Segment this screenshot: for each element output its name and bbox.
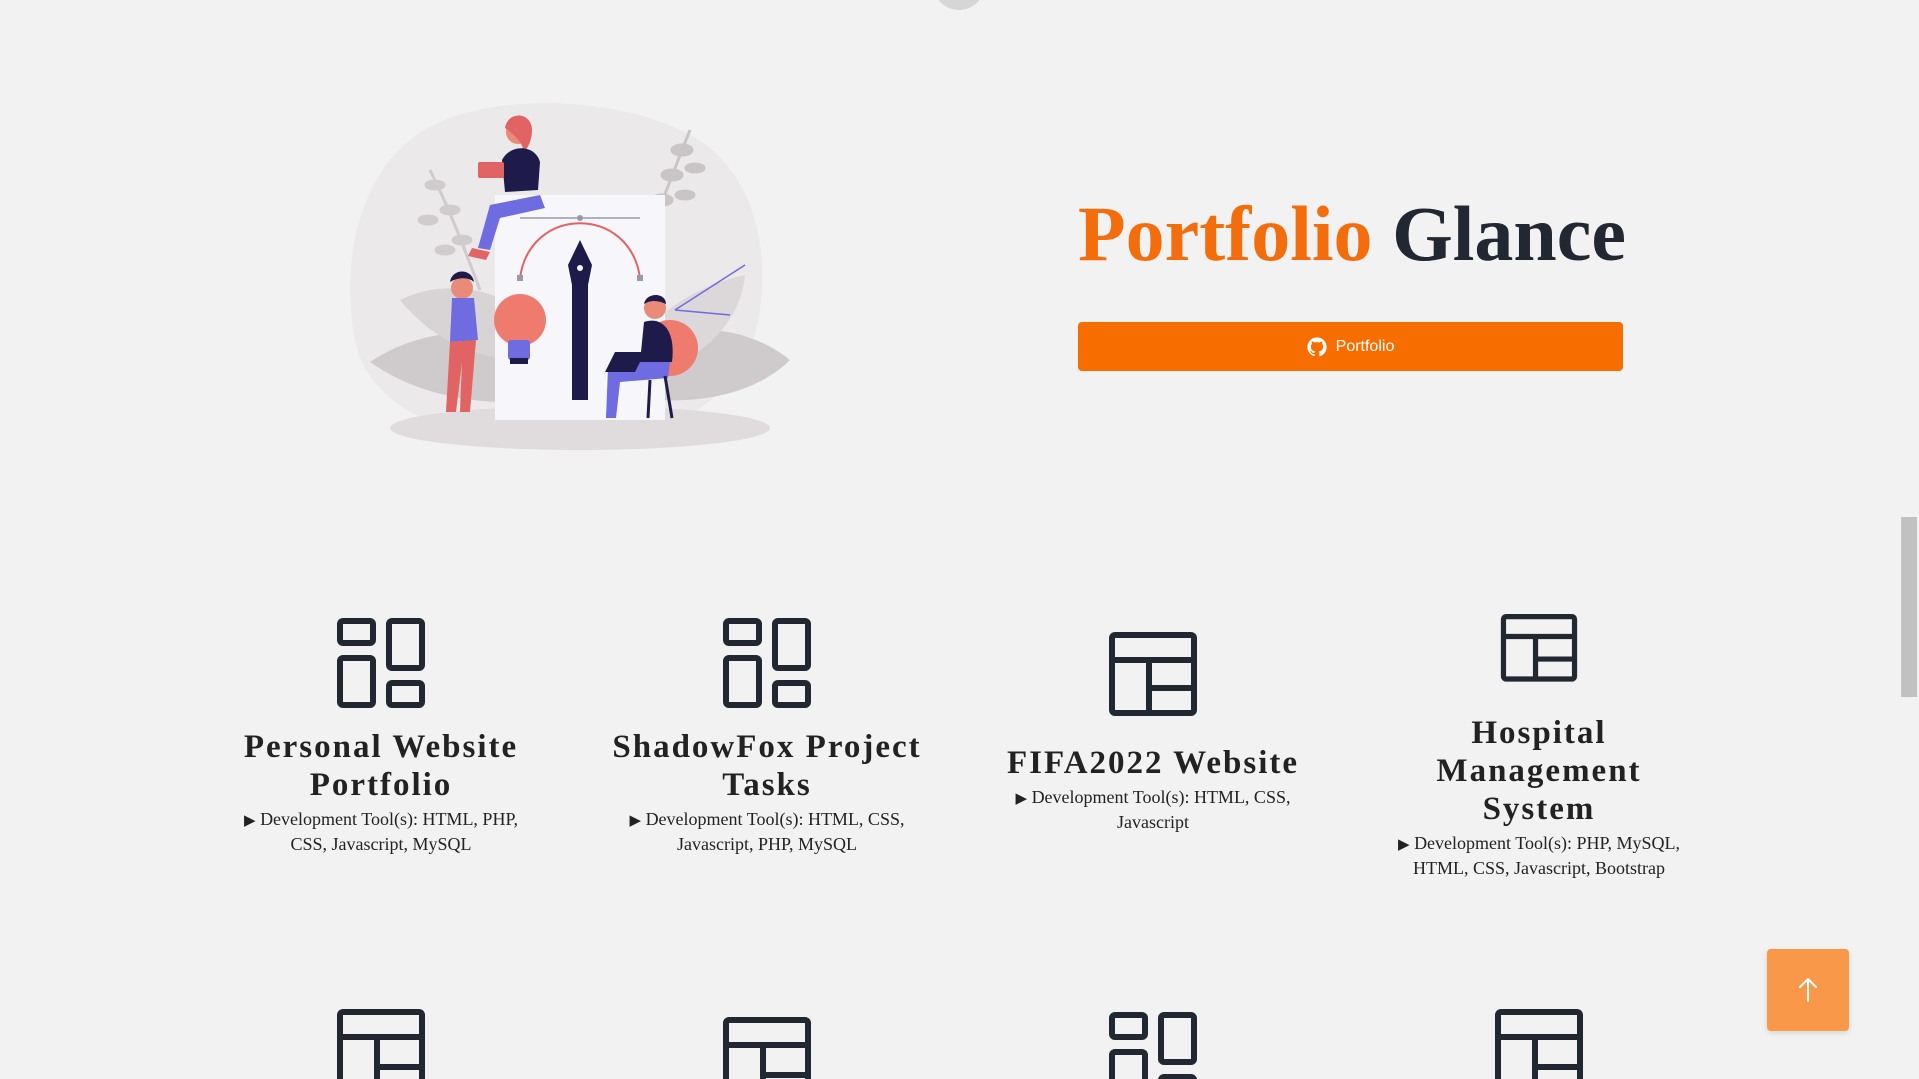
project-title: ShadowFox Project Tasks <box>597 728 937 804</box>
project-tools: ▶ Development Tool(s): HTML, PHP, CSS, J… <box>221 808 541 856</box>
project-title-line: System <box>1482 791 1596 827</box>
project-title-line: Hospital <box>1471 715 1607 751</box>
hero-title-accent: Portfolio <box>1078 190 1373 277</box>
disclosure-triangle-icon[interactable]: ▶ <box>1016 791 1028 807</box>
project-tools-line: CSS, Javascript, MySQL <box>290 834 472 854</box>
disclosure-triangle-icon[interactable]: ▶ <box>630 813 642 829</box>
hero-title: Portfolio Glance <box>1078 180 1627 288</box>
page: Portfolio Glance Portfolio Personal Webs… <box>0 0 1919 1079</box>
hero-section: Portfolio Glance Portfolio <box>1078 180 1627 371</box>
project-tools-line: HTML, CSS, Javascript, Bootstrap <box>1413 858 1665 878</box>
project-tools-line: Development Tool(s): HTML, PHP, <box>260 809 518 829</box>
portfolio-button[interactable]: Portfolio <box>1078 322 1623 371</box>
panel-layout-icon <box>1500 614 1578 682</box>
project-title-line: ShadowFox Project <box>612 729 922 765</box>
project-title-line: Portfolio <box>309 767 453 803</box>
project-card[interactable]: Personal Website Portfolio ▶ Development… <box>211 618 551 856</box>
designer-team-illustration <box>350 103 790 450</box>
project-tools-line: Javascript, PHP, MySQL <box>676 834 857 854</box>
grid-layout-icon <box>723 618 811 708</box>
project-title: Hospital Management System <box>1369 714 1709 828</box>
grid-layout-icon <box>1109 1012 1197 1079</box>
panel-layout-icon <box>337 1009 425 1079</box>
project-tools-line: Javascript <box>1117 812 1189 832</box>
project-card[interactable]: ShadowFox Project Tasks ▶ Development To… <box>597 618 937 856</box>
hero-title-rest: Glance <box>1392 190 1627 277</box>
disclosure-triangle-icon[interactable]: ▶ <box>244 813 256 829</box>
github-icon <box>1307 336 1327 356</box>
project-title-line: Tasks <box>722 767 812 803</box>
disclosure-triangle-icon[interactable]: ▶ <box>1398 837 1410 853</box>
project-tools-line: Development Tool(s): PHP, MySQL, <box>1414 833 1680 853</box>
project-tools-line: Development Tool(s): HTML, CSS, <box>1031 787 1291 807</box>
project-title: FIFA2022 Website <box>983 744 1323 782</box>
project-title: Personal Website Portfolio <box>211 728 551 804</box>
project-title-line: FIFA2022 Website <box>1006 745 1300 781</box>
panel-layout-icon <box>1109 632 1197 716</box>
nav-indicator-circle[interactable] <box>933 0 985 10</box>
scrollbar[interactable] <box>1901 0 1919 1079</box>
grid-layout-icon <box>337 618 425 708</box>
project-card[interactable]: FIFA2022 Website ▶ Development Tool(s): … <box>983 632 1323 834</box>
project-tools: ▶ Development Tool(s): PHP, MySQL, HTML,… <box>1379 832 1699 880</box>
project-tools: ▶ Development Tool(s): HTML, CSS, Javasc… <box>607 808 927 856</box>
scroll-to-top-button[interactable] <box>1767 949 1849 1031</box>
panel-layout-icon <box>1495 1009 1583 1079</box>
portfolio-button-label: Portfolio <box>1335 337 1395 355</box>
project-title-line: Personal Website <box>243 729 519 765</box>
project-tools-line: Development Tool(s): HTML, CSS, <box>645 809 905 829</box>
project-tools: ▶ Development Tool(s): HTML, CSS, Javasc… <box>993 786 1313 834</box>
project-card[interactable]: Hospital Management System ▶ Development… <box>1369 614 1709 880</box>
project-title-line: Management <box>1436 753 1642 789</box>
scrollbar-thumb[interactable] <box>1901 517 1917 697</box>
arrow-up-icon <box>1799 978 1817 1002</box>
panel-layout-icon <box>723 1017 811 1079</box>
